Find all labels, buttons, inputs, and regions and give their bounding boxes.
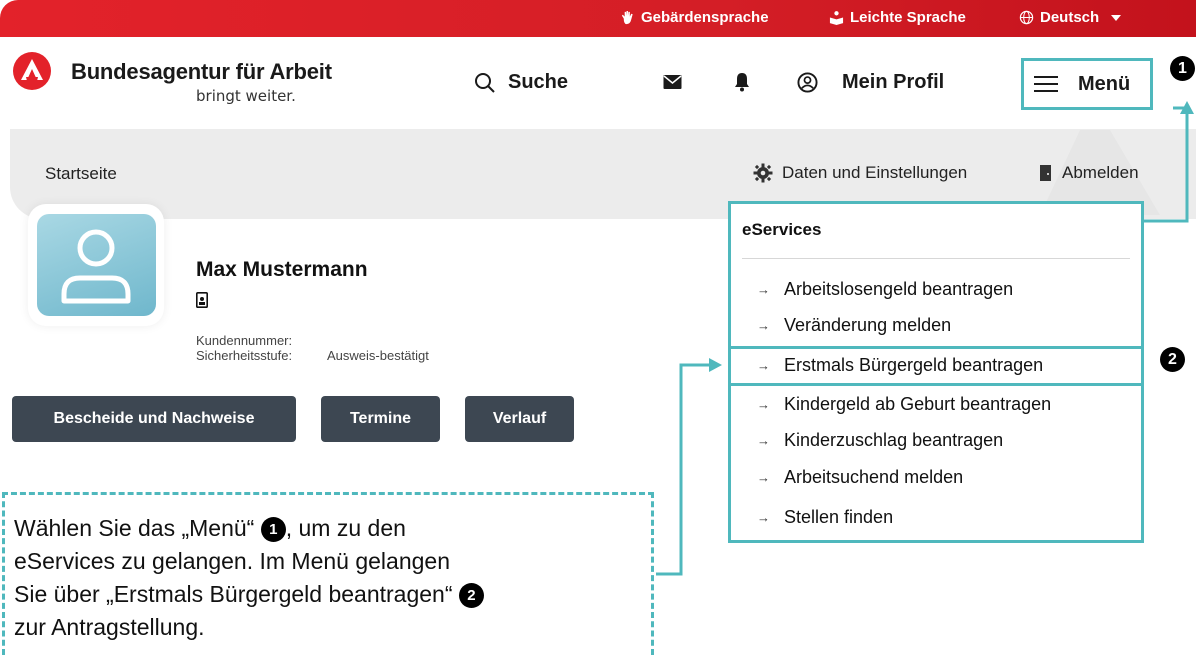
step-marker-2: 2 (1160, 347, 1185, 372)
inline-step-marker-2: 2 (458, 583, 484, 608)
instruction-line-1: Wählen Sie das „Menü“ 1, um zu den (14, 515, 406, 542)
instruction-line-3: Sie über „Erstmals Bürgergeld beantragen… (14, 578, 664, 611)
instruction-text: Wählen Sie das „Menü“ 1, um zu den eServ… (14, 512, 664, 644)
instruction-line-4: zur Antragstellung. (14, 614, 205, 640)
inline-step-marker-1: 1 (260, 517, 286, 542)
instruction-line-2: eServices zu gelangen. Im Menü gelangen (14, 548, 451, 574)
step-marker-1: 1 (1170, 56, 1195, 81)
